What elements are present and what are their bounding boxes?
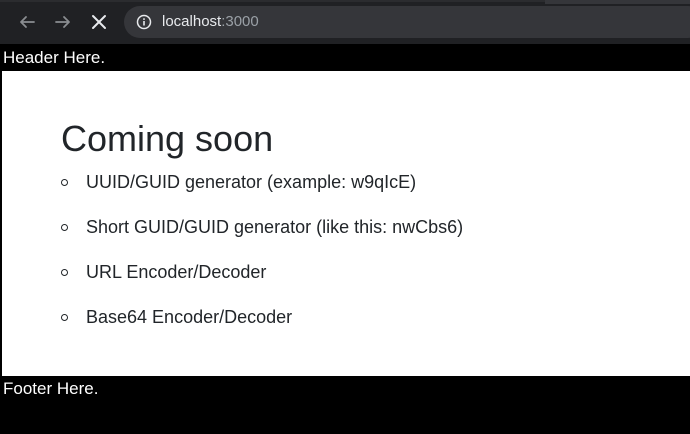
back-button[interactable] <box>15 10 39 34</box>
arrow-left-icon <box>20 16 35 28</box>
list-item-text: UUID/GUID generator (example: w9qIcE) <box>86 172 417 192</box>
site-header: Header Here. <box>0 44 690 71</box>
bullet-icon <box>61 269 68 276</box>
page-viewport: Header Here. Coming soon UUID/GUID gener… <box>0 44 690 434</box>
url-port: :3000 <box>221 13 259 30</box>
address-bar[interactable]: localhost:3000 <box>124 6 690 38</box>
stop-loading-button[interactable] <box>87 10 111 34</box>
bullet-icon <box>61 224 68 231</box>
url-host: localhost <box>162 13 222 30</box>
main-content: Coming soon UUID/GUID generator (example… <box>2 71 690 376</box>
tab-edge <box>545 0 690 4</box>
list-item-text: Base64 Encoder/Decoder <box>86 307 293 327</box>
page-title: Coming soon <box>61 118 274 159</box>
bullet-icon <box>61 314 68 321</box>
list-item: URL Encoder/Decoder <box>2 261 463 306</box>
feature-list: UUID/GUID generator (example: w9qIcE) Sh… <box>2 171 463 351</box>
info-icon[interactable] <box>136 14 152 30</box>
arrow-right-icon <box>55 16 70 28</box>
list-item-text: URL Encoder/Decoder <box>86 262 267 282</box>
list-item: UUID/GUID generator (example: w9qIcE) <box>2 171 463 216</box>
list-item: Base64 Encoder/Decoder <box>2 306 463 351</box>
url-text[interactable]: localhost:3000 <box>162 13 259 31</box>
browser-toolbar: localhost:3000 <box>0 0 690 44</box>
close-icon <box>92 15 106 29</box>
bullet-icon <box>61 179 68 186</box>
list-item: Short GUID/GUID generator (like this: nw… <box>2 216 463 261</box>
forward-button[interactable] <box>51 10 75 34</box>
site-footer: Footer Here. <box>0 376 690 434</box>
list-item-text: Short GUID/GUID generator (like this: nw… <box>86 217 464 237</box>
